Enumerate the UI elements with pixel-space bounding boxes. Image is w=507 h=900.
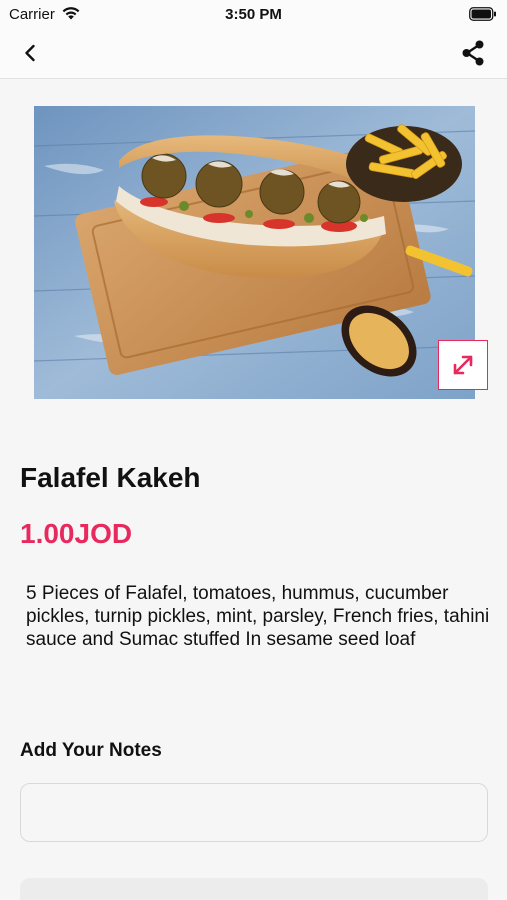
product-description: 5 Pieces of Falafel, tomatoes, hummus, c… bbox=[26, 583, 490, 650]
notes-label: Add Your Notes bbox=[20, 740, 162, 761]
battery-icon bbox=[469, 7, 497, 25]
status-bar: Carrier 3:50 PM bbox=[0, 0, 507, 28]
share-button[interactable] bbox=[459, 39, 487, 67]
expand-image-button[interactable] bbox=[438, 340, 488, 390]
product-title: Falafel Kakeh bbox=[20, 462, 201, 493]
chevron-left-icon bbox=[25, 44, 35, 62]
share-icon bbox=[462, 40, 484, 66]
status-time: 3:50 PM bbox=[225, 6, 282, 23]
expand-icon bbox=[453, 355, 473, 375]
product-price: 1.00JOD bbox=[20, 518, 133, 549]
notes-input[interactable] bbox=[20, 783, 488, 842]
bottom-card bbox=[20, 878, 488, 900]
back-button[interactable] bbox=[18, 40, 44, 66]
product-image[interactable] bbox=[34, 106, 475, 399]
nav-bar bbox=[0, 28, 507, 79]
